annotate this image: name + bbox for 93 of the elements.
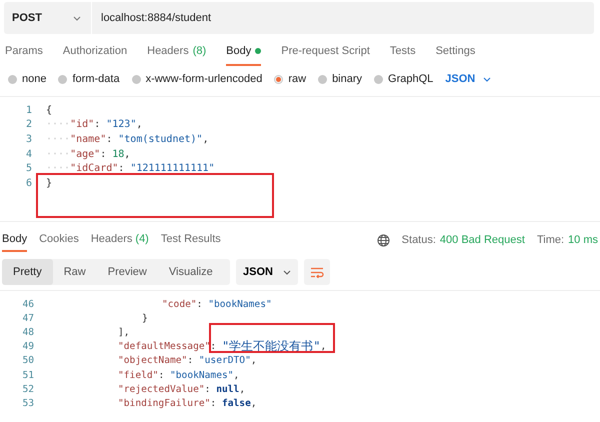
response-tab[interactable]: Body (2, 228, 28, 252)
body-type-radio[interactable]: GraphQL (374, 73, 434, 85)
line-number: 3 (24, 134, 33, 145)
code-token: : (158, 370, 166, 381)
format-dropdown[interactable]: JSON (445, 73, 492, 85)
code-token: "bookNames" (170, 370, 234, 381)
line-number: 1 (24, 104, 33, 116)
code-token: , (234, 370, 240, 381)
code-token: : (94, 119, 102, 130)
code-token: , (202, 134, 209, 145)
code-token: ], (118, 326, 130, 338)
whitespace-marker: ···· (46, 119, 70, 130)
line-number: 4 (24, 148, 33, 160)
body-type-radio[interactable]: none (8, 73, 46, 85)
code-token: { (46, 104, 52, 116)
line-number: 50 (21, 355, 35, 366)
code-token: , (239, 384, 246, 395)
url-field[interactable]: localhost:8884/student (92, 2, 594, 34)
code-token: } (46, 178, 52, 189)
code-token: "学生不能没有书" (222, 338, 320, 356)
code-token: "tom(studnet)" (118, 134, 203, 145)
code-token: 18 (112, 148, 124, 160)
view-mode-tab[interactable]: Visualize (158, 259, 224, 285)
wrap-lines-button[interactable] (304, 259, 330, 285)
code-token: } (142, 312, 148, 324)
code-token: "121111111111" (130, 163, 215, 174)
code-token: : (100, 148, 108, 160)
code-token: "code" (162, 298, 197, 310)
line-number: 46 (21, 298, 35, 310)
chevron-down-icon (73, 16, 81, 20)
line-number: 52 (21, 384, 35, 395)
method-dropdown[interactable]: POST (4, 2, 92, 34)
line-number: 48 (21, 326, 35, 338)
code-token: , (250, 398, 257, 409)
code-token: : (106, 134, 114, 145)
response-tab[interactable]: Headers (4) (90, 228, 149, 252)
view-mode-tab[interactable]: Pretty (2, 259, 53, 285)
code-token: "age" (70, 148, 100, 160)
code-token: false (222, 398, 251, 409)
line-number: 51 (21, 370, 35, 381)
code-token: , (136, 119, 142, 130)
request-tab[interactable]: Tests (390, 38, 416, 66)
globe-icon[interactable] (376, 234, 390, 246)
request-tab[interactable]: Authorization (62, 38, 128, 66)
view-mode-tab[interactable]: Raw (52, 259, 97, 285)
code-token: "id" (70, 119, 94, 130)
body-type-radio[interactable]: form-data (58, 73, 120, 85)
whitespace-marker: ···· (46, 134, 70, 145)
line-number: 6 (24, 178, 33, 189)
code-token: : (187, 355, 194, 366)
code-token: "123" (106, 119, 136, 130)
request-tab[interactable]: Headers (8) (147, 38, 206, 66)
request-tab[interactable]: Body (226, 38, 262, 66)
request-tab[interactable]: Params (5, 38, 43, 66)
body-type-radio[interactable]: binary (318, 73, 362, 85)
chevron-down-icon (483, 76, 492, 82)
code-token: "idCard" (70, 163, 118, 174)
view-mode-tab[interactable]: Preview (96, 259, 158, 285)
request-tab[interactable]: Pre-request Script (281, 38, 370, 66)
code-token: "bindingFailure" (118, 398, 210, 409)
whitespace-marker: ···· (46, 148, 70, 160)
code-token: , (250, 355, 257, 366)
line-number: 53 (21, 398, 35, 409)
response-tab[interactable]: Cookies (39, 228, 79, 252)
status-text: Status: 400 Bad Request (402, 234, 525, 246)
code-token: : (196, 298, 204, 310)
code-token: : (204, 384, 212, 395)
time-text: Time: 10 ms (536, 234, 598, 246)
line-number: 5 (24, 163, 33, 174)
code-token: "objectName" (118, 355, 188, 366)
code-token: "rejectedValue" (118, 384, 205, 395)
code-token: "name" (70, 134, 106, 145)
wrap-lines-icon (310, 266, 324, 278)
code-token: null (216, 384, 240, 395)
code-token: : (118, 163, 126, 174)
line-number: 47 (21, 312, 35, 324)
line-number: 2 (24, 119, 33, 130)
body-type-radio[interactable]: raw (274, 73, 306, 85)
whitespace-marker: ···· (46, 163, 70, 174)
format-dropdown[interactable]: JSON (236, 259, 298, 285)
code-token: , (320, 341, 326, 352)
code-token: , (124, 148, 130, 160)
code-token: "field" (118, 370, 158, 381)
request-tab[interactable]: Settings (436, 38, 476, 66)
chevron-down-icon (282, 270, 291, 274)
body-type-radio[interactable]: x-www-form-urlencoded (132, 73, 262, 85)
line-number: 49 (21, 341, 35, 352)
response-tab[interactable]: Test Results (160, 228, 221, 252)
code-token: "bookNames" (208, 298, 272, 310)
code-token: "userDTO" (198, 355, 251, 366)
code-token: "defaultMessage" (118, 341, 210, 352)
code-token: : (210, 398, 218, 409)
code-token: : (210, 341, 218, 352)
